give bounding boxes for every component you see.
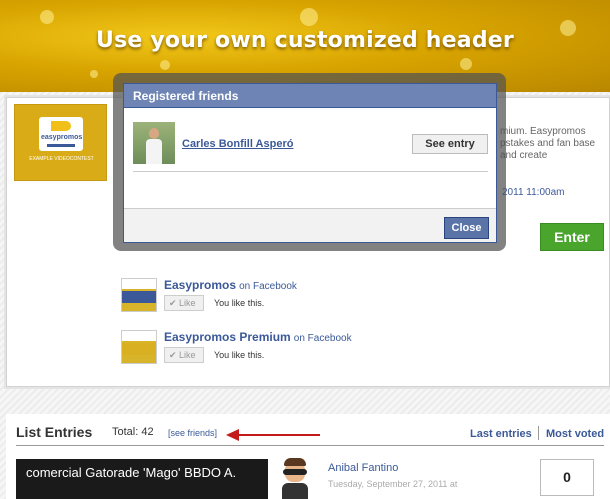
- registered-friends-dialog: Registered friends Carles Bonfill Asperó…: [123, 83, 497, 243]
- author-avatar: [278, 458, 312, 499]
- banner-sparkle: [160, 60, 170, 70]
- entries-total: Total: 42: [112, 426, 154, 438]
- logo-subtitle: EXAMPLE VIDEOCONTEST: [29, 156, 94, 162]
- logo-card: easypromos: [39, 117, 83, 151]
- dialog-footer: Close: [124, 208, 496, 242]
- like-status: You like this.: [214, 350, 265, 360]
- header-title: Use your own customized header: [96, 28, 514, 53]
- promo-description: mium. Easypromos pstakes and fan base an…: [500, 126, 596, 161]
- see-friends-link[interactable]: [see friends]: [168, 428, 217, 438]
- like-button[interactable]: ✔ Like: [164, 347, 204, 363]
- banner-sparkle: [40, 10, 54, 24]
- video-title: comercial Gatorade 'Mago' BBDO A.: [26, 465, 237, 480]
- facebook-page-name[interactable]: Easypromos on Facebook: [164, 278, 297, 292]
- most-voted-link[interactable]: Most voted: [546, 428, 604, 440]
- friend-name-link[interactable]: Carles Bonfill Asperó: [182, 138, 293, 150]
- entry-video-thumbnail[interactable]: comercial Gatorade 'Mago' BBDO A.: [16, 459, 268, 499]
- page-thumbnail: [121, 330, 157, 364]
- like-button[interactable]: ✔ Like: [164, 295, 204, 311]
- facebook-page-name[interactable]: Easypromos Premium on Facebook: [164, 330, 352, 344]
- logo-brand: easypromos: [41, 134, 83, 141]
- banner-sparkle: [460, 58, 472, 70]
- dialog-divider: [133, 171, 488, 172]
- link-separator: [538, 426, 539, 440]
- close-button[interactable]: Close: [444, 217, 489, 239]
- page-thumbnail: [121, 278, 157, 312]
- friend-avatar: [133, 122, 175, 164]
- on-facebook-label[interactable]: on Facebook: [239, 281, 297, 292]
- last-entries-link[interactable]: Last entries: [470, 428, 532, 440]
- vote-count[interactable]: 0: [540, 459, 594, 496]
- like-label: Like: [179, 350, 196, 360]
- see-entry-button[interactable]: See entry: [412, 134, 488, 154]
- list-title: List Entries: [16, 424, 93, 440]
- dialog-title: Registered friends: [124, 84, 496, 108]
- like-status: You like this.: [214, 298, 265, 308]
- promo-logo: easypromos EXAMPLE VIDEOCONTEST: [14, 104, 107, 181]
- on-facebook-label[interactable]: on Facebook: [294, 333, 352, 344]
- banner-sparkle: [90, 70, 98, 78]
- entry-author-link[interactable]: Anibal Fantino: [328, 462, 398, 474]
- page-name[interactable]: Easypromos Premium: [164, 330, 291, 344]
- entry-date: Tuesday, September 27, 2011 at: [328, 479, 458, 489]
- promo-end-date: 2011 11:00am: [502, 187, 565, 198]
- like-label: Like: [179, 298, 196, 308]
- megaphone-icon: [51, 121, 71, 131]
- logo-bar: [47, 144, 75, 147]
- enter-button[interactable]: Enter: [540, 223, 604, 251]
- list-divider: [16, 445, 604, 446]
- banner-sparkle: [300, 8, 318, 26]
- page-name[interactable]: Easypromos: [164, 278, 236, 292]
- arrow-pointer-shaft: [238, 434, 320, 436]
